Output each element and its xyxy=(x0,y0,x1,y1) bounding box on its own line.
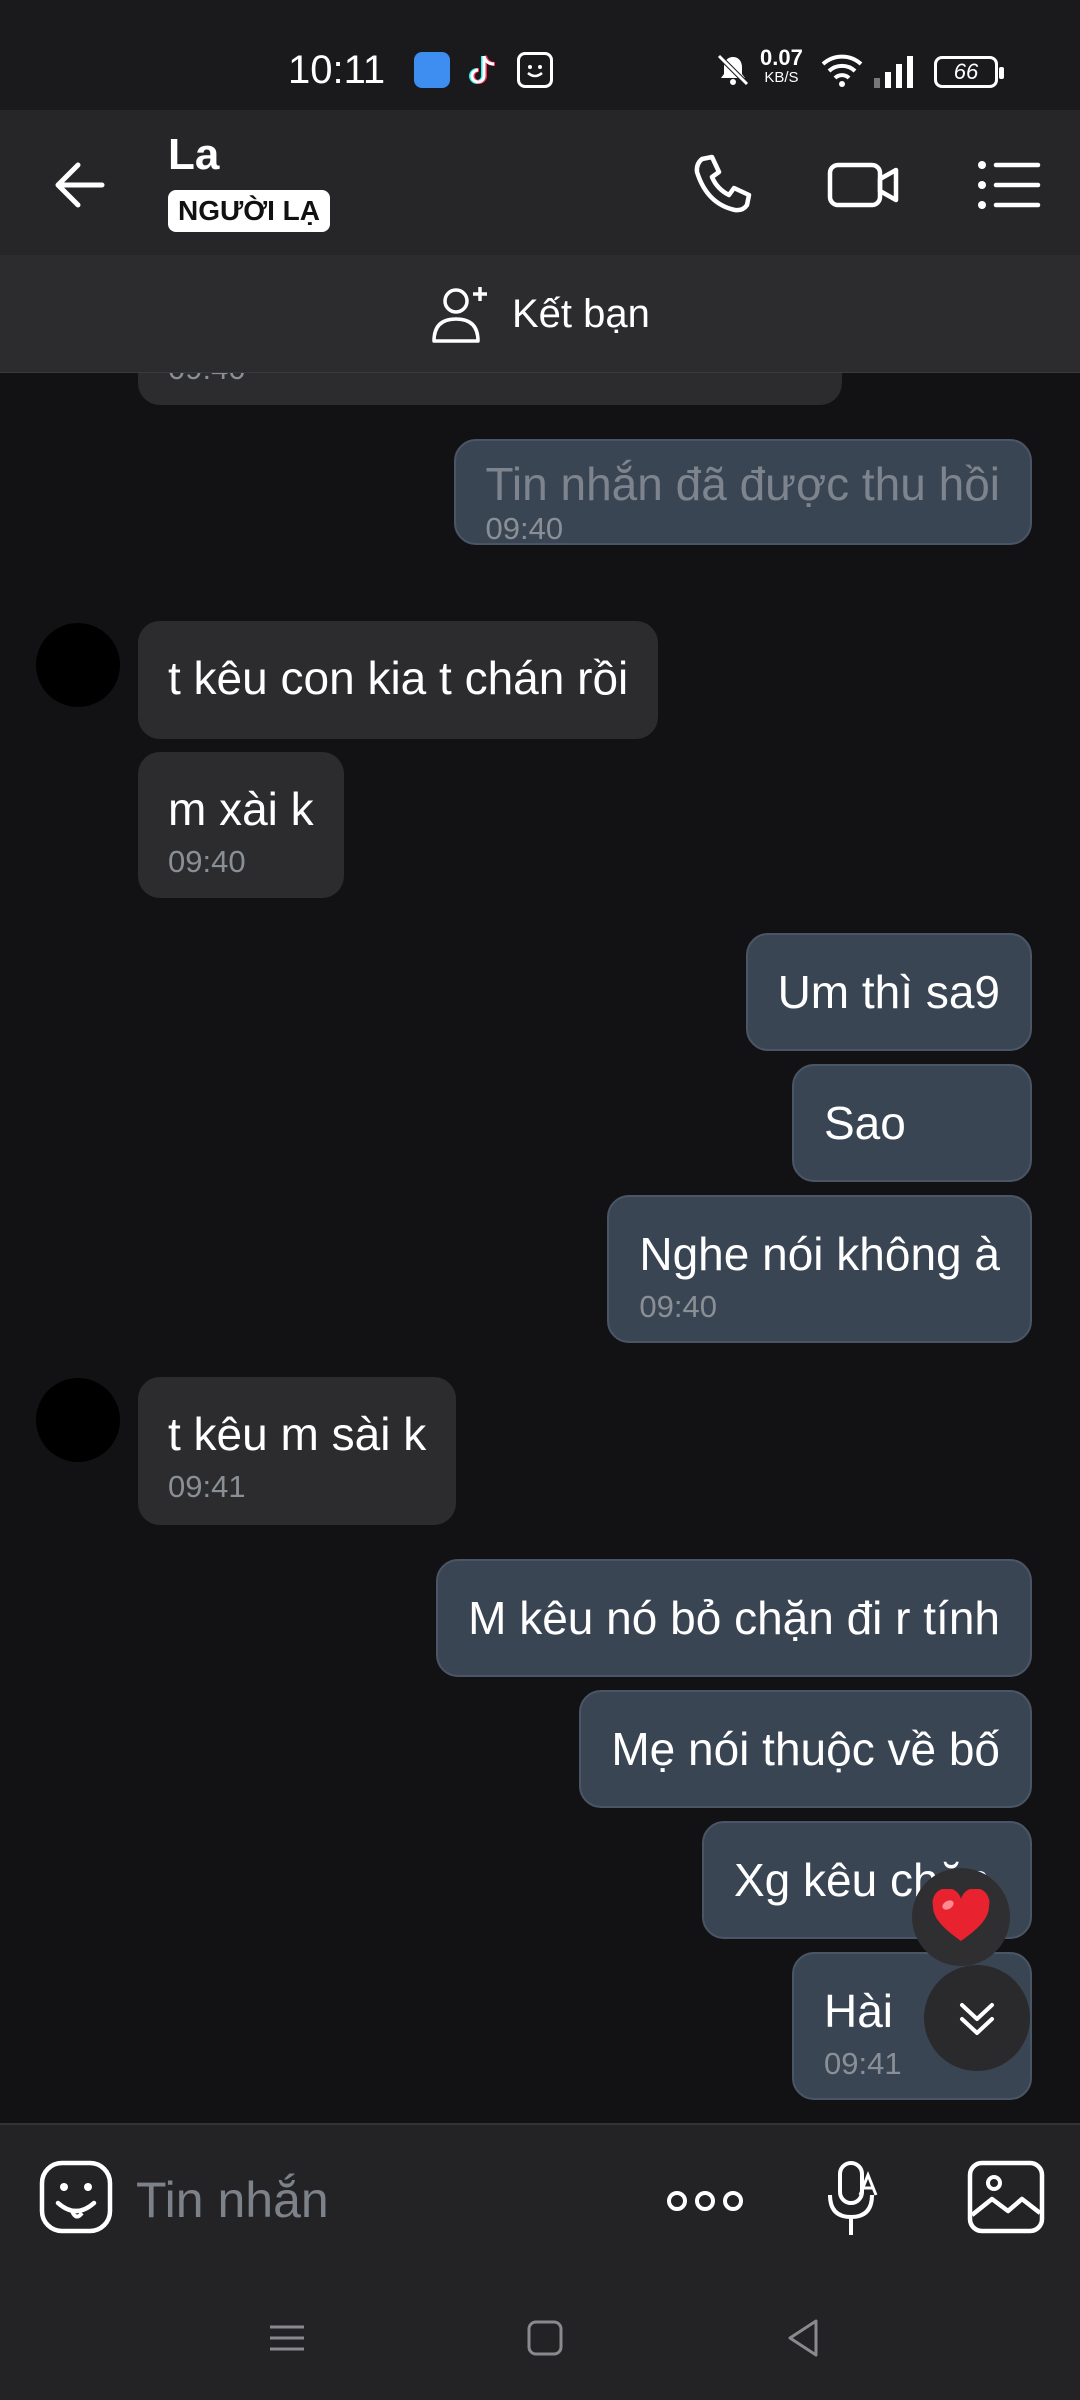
arrow-left-icon xyxy=(55,162,105,208)
message-composer xyxy=(0,2123,1080,2273)
message-text: Sao xyxy=(824,1097,906,1149)
send-image-button[interactable] xyxy=(964,2157,1048,2237)
microphone-icon xyxy=(828,2161,878,2235)
menu-lines-icon xyxy=(270,2325,304,2351)
message-text: Mẹ nói thuộc về bố xyxy=(611,1723,1000,1775)
message-outgoing[interactable]: Mẹ nói thuộc về bố xyxy=(579,1690,1032,1808)
message-text: m xài k xyxy=(168,783,314,835)
video-camera-icon xyxy=(827,162,899,208)
message-incoming[interactable]: 09:40 xyxy=(138,373,842,405)
smiley-app-icon xyxy=(517,52,553,88)
heart-icon xyxy=(932,1889,990,1941)
emoji-button[interactable] xyxy=(36,2157,116,2237)
add-friend-label: Kết bạn xyxy=(512,291,650,336)
wifi-icon xyxy=(821,54,863,87)
message-incoming[interactable]: t kêu con kia t chán rồi xyxy=(138,621,659,739)
chat-header: La NGƯỜI LẠ xyxy=(0,110,1080,255)
avatar[interactable] xyxy=(36,623,120,707)
message-recalled[interactable]: Tin nhắn đã được thu hồi 09:40 xyxy=(453,439,1032,546)
message-incoming[interactable]: t kêu m sài k 09:41 xyxy=(138,1377,457,1525)
message-time: 09:40 xyxy=(485,511,564,546)
list-menu-icon xyxy=(978,161,1041,209)
chat-screen: 10:11 0.07 KB/S 66 La NGƯỜI LẠ Kết bạn T… xyxy=(0,0,1080,2400)
net-speed: 0.07 KB/S xyxy=(760,45,803,87)
voice-to-text-button[interactable] xyxy=(820,2155,890,2245)
message-input[interactable] xyxy=(136,2165,616,2235)
reaction-heart-button[interactable] xyxy=(912,1868,1010,1966)
signal-icon xyxy=(874,56,913,88)
message-time: 09:40 xyxy=(168,373,812,387)
app-notification-icon xyxy=(414,52,450,88)
avatar[interactable] xyxy=(36,1378,120,1462)
back-button[interactable] xyxy=(40,145,120,225)
battery-indicator: 66 xyxy=(934,56,1004,88)
triangle-back-icon xyxy=(788,2319,818,2357)
options-menu-button[interactable] xyxy=(968,145,1048,225)
stranger-badge: NGƯỜI LẠ xyxy=(168,190,330,232)
message-text: t kêu m sài k xyxy=(168,1408,427,1460)
phone-icon xyxy=(694,154,752,213)
message-outgoing[interactable]: Nghe nói không à 09:40 xyxy=(607,1195,1032,1343)
message-outgoing[interactable]: Um thì sa9 xyxy=(745,933,1032,1051)
system-back-button[interactable] xyxy=(768,2303,838,2373)
home-button[interactable] xyxy=(510,2303,580,2373)
message-text: t kêu con kia t chán rồi xyxy=(168,652,629,704)
add-user-icon xyxy=(432,287,487,343)
message-time: 09:40 xyxy=(168,844,246,879)
voice-call-button[interactable] xyxy=(680,145,760,225)
message-outgoing[interactable]: Sao xyxy=(792,1064,1032,1182)
more-options-button[interactable] xyxy=(660,2161,750,2241)
message-time: 09:41 xyxy=(168,1469,246,1504)
recent-apps-button[interactable] xyxy=(252,2303,322,2373)
message-incoming[interactable]: m xài k 09:40 xyxy=(138,752,344,898)
square-home-icon xyxy=(527,2320,563,2356)
contact-name[interactable]: La xyxy=(168,130,219,180)
add-friend-button[interactable]: Kết bạn xyxy=(428,279,650,349)
double-chevron-down-icon xyxy=(960,2003,994,2035)
message-time: 09:40 xyxy=(639,1289,717,1324)
system-navigation-bar xyxy=(0,2273,1080,2400)
status-bar: 10:11 0.07 KB/S 66 xyxy=(0,0,1080,110)
tiktok-icon xyxy=(465,52,501,88)
message-text: M kêu nó bỏ chặn đi r tính xyxy=(468,1592,1000,1644)
mute-icon xyxy=(717,54,749,86)
scroll-to-bottom-button[interactable] xyxy=(924,1965,1030,2071)
message-outgoing[interactable]: M kêu nó bỏ chặn đi r tính xyxy=(436,1559,1032,1677)
message-text: Nghe nói không à xyxy=(639,1228,1000,1280)
message-list[interactable]: 09:40 Tin nhắn đã được thu hồi 09:40 t k… xyxy=(0,373,1080,2123)
more-dots-icon xyxy=(667,2191,743,2211)
message-text: Um thì sa9 xyxy=(777,966,1000,1018)
message-text: Tin nhắn đã được thu hồi xyxy=(485,458,1000,510)
sticker-smile-icon xyxy=(39,2160,113,2234)
video-call-button[interactable] xyxy=(824,145,904,225)
add-friend-bar: Kết bạn xyxy=(0,255,1080,373)
status-time: 10:11 xyxy=(288,48,386,92)
image-icon xyxy=(967,2160,1045,2234)
